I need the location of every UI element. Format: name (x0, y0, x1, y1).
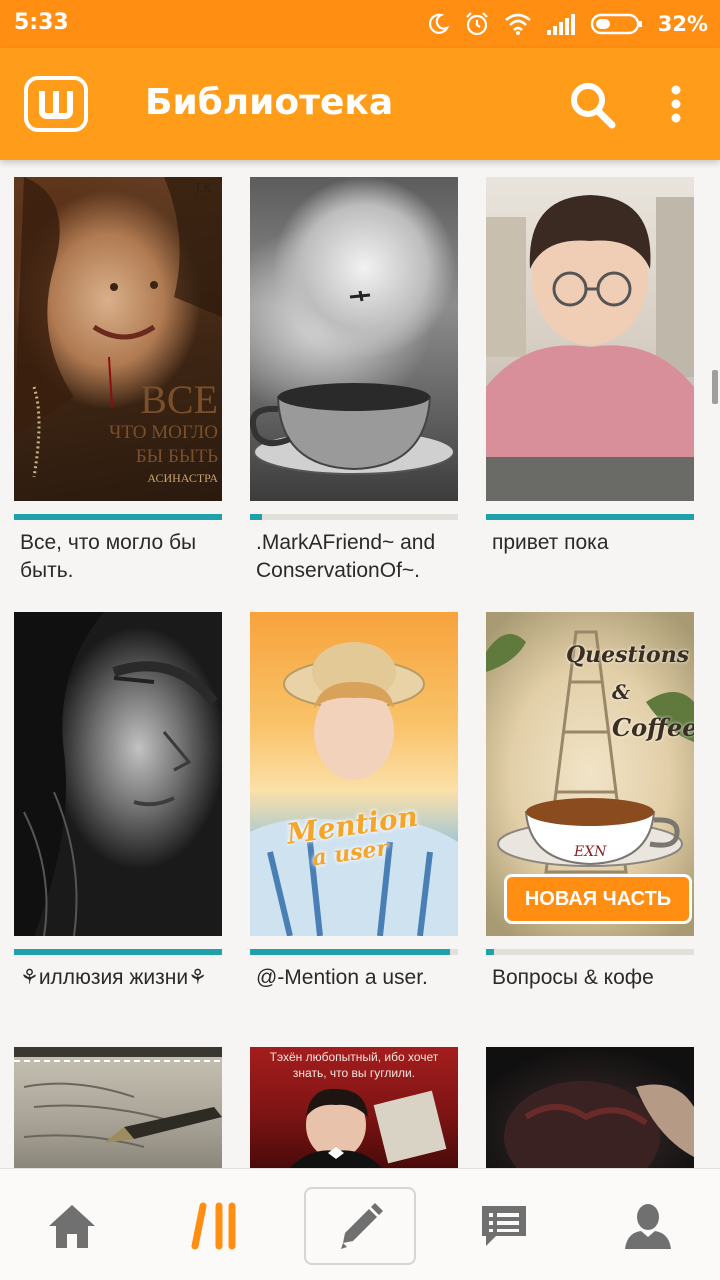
reading-progress (250, 514, 458, 520)
write-icon[interactable] (335, 1201, 385, 1251)
reading-progress (486, 514, 694, 520)
book-title[interactable]: привет пока (492, 529, 702, 557)
cover-title-line: ЧТО МОГЛО (109, 422, 218, 443)
more-vertical-icon[interactable] (656, 76, 696, 132)
book-item[interactable]: Тэхён любопытный, ибо хочет знать, что в… (250, 1047, 458, 1168)
battery-percent: 32% (657, 12, 708, 36)
status-icons: 32% (426, 8, 708, 40)
nav-write[interactable] (304, 1187, 416, 1265)
nav-home[interactable] (16, 1191, 128, 1261)
book-title[interactable]: Все, что могло бы быть. (20, 529, 230, 585)
search-button[interactable] (560, 76, 624, 132)
home-icon[interactable] (47, 1202, 97, 1250)
book-cover[interactable] (486, 1047, 694, 1168)
book-cover[interactable] (14, 1047, 222, 1168)
bottom-navigation (0, 1168, 720, 1280)
battery-icon (590, 13, 642, 35)
book-title[interactable]: ⚘иллюзия жизни⚘ (20, 964, 230, 992)
reading-progress (250, 949, 458, 955)
book-cover[interactable] (250, 177, 458, 501)
cover-signature: J.K (195, 181, 212, 195)
nav-library[interactable] (160, 1191, 272, 1261)
scrollbar-thumb[interactable] (712, 370, 718, 404)
book-title[interactable]: Вопросы & кофе (492, 964, 702, 992)
book-title[interactable]: @-Mention a user. (256, 964, 466, 992)
alarm-icon (465, 12, 488, 36)
library-grid: J.K ВСЕ ЧТО МОГЛО БЫ БЫТЬ АСИНАСТРА Все,… (0, 160, 720, 1168)
book-cover[interactable] (14, 612, 222, 936)
new-part-badge: НОВАЯ ЧАСТЬ (504, 874, 692, 924)
reading-progress (14, 949, 222, 955)
book-item[interactable]: ⚘иллюзия жизни⚘ (14, 612, 222, 1032)
book-item[interactable]: J.K ВСЕ ЧТО МОГЛО БЫ БЫТЬ АСИНАСТРА Все,… (14, 177, 222, 597)
cover-author: АСИНАСТРА (147, 471, 218, 485)
book-item[interactable] (14, 1047, 222, 1168)
search-icon[interactable] (560, 76, 624, 132)
book-item[interactable] (486, 1047, 694, 1168)
signal-icon (546, 14, 575, 35)
book-item[interactable]: Questions & Coffee EXN НОВАЯ ЧАСТЬ Вопро… (486, 612, 694, 1032)
library-icon[interactable] (191, 1202, 241, 1250)
book-title[interactable]: .MarkAFriend~ and ConservationOf~. (256, 529, 466, 585)
cover-title-line: БЫ БЫТЬ (135, 446, 218, 467)
page-title: Библиотека (145, 82, 394, 123)
book-item[interactable]: привет пока (486, 177, 694, 597)
wattpad-logo-icon[interactable] (24, 76, 88, 132)
book-item[interactable]: Mention a user @-Mention a user. (250, 612, 458, 1032)
book-cover[interactable]: Тэхён любопытный, ибо хочет знать, что в… (250, 1047, 458, 1168)
book-cover[interactable]: J.K ВСЕ ЧТО МОГЛО БЫ БЫТЬ АСИНАСТРА (14, 177, 222, 501)
cover-questions-text: Questions & Coffee (566, 642, 694, 742)
overflow-menu-button[interactable] (656, 76, 696, 132)
wifi-icon (504, 13, 531, 35)
nav-messages[interactable] (448, 1191, 560, 1261)
app-bar: Библиотека (0, 48, 720, 160)
moon-icon (428, 13, 450, 34)
nav-profile[interactable] (592, 1191, 704, 1261)
cover-author: EXN (574, 844, 607, 860)
book-cover[interactable]: Mention a user (250, 612, 458, 936)
reading-progress (14, 514, 222, 520)
status-bar: 5:33 32% (0, 0, 720, 48)
profile-icon[interactable] (623, 1201, 673, 1251)
book-cover[interactable]: Questions & Coffee EXN НОВАЯ ЧАСТЬ (486, 612, 694, 936)
status-time: 5:33 (14, 10, 69, 35)
cover-caption: Тэхён любопытный, ибо хочет знать, что в… (269, 1050, 439, 1080)
reading-progress (486, 949, 694, 955)
cover-title-line: ВСЕ (140, 377, 218, 422)
book-cover[interactable] (486, 177, 694, 501)
messages-icon[interactable] (478, 1202, 530, 1250)
book-item[interactable]: .MarkAFriend~ and ConservationOf~. (250, 177, 458, 597)
